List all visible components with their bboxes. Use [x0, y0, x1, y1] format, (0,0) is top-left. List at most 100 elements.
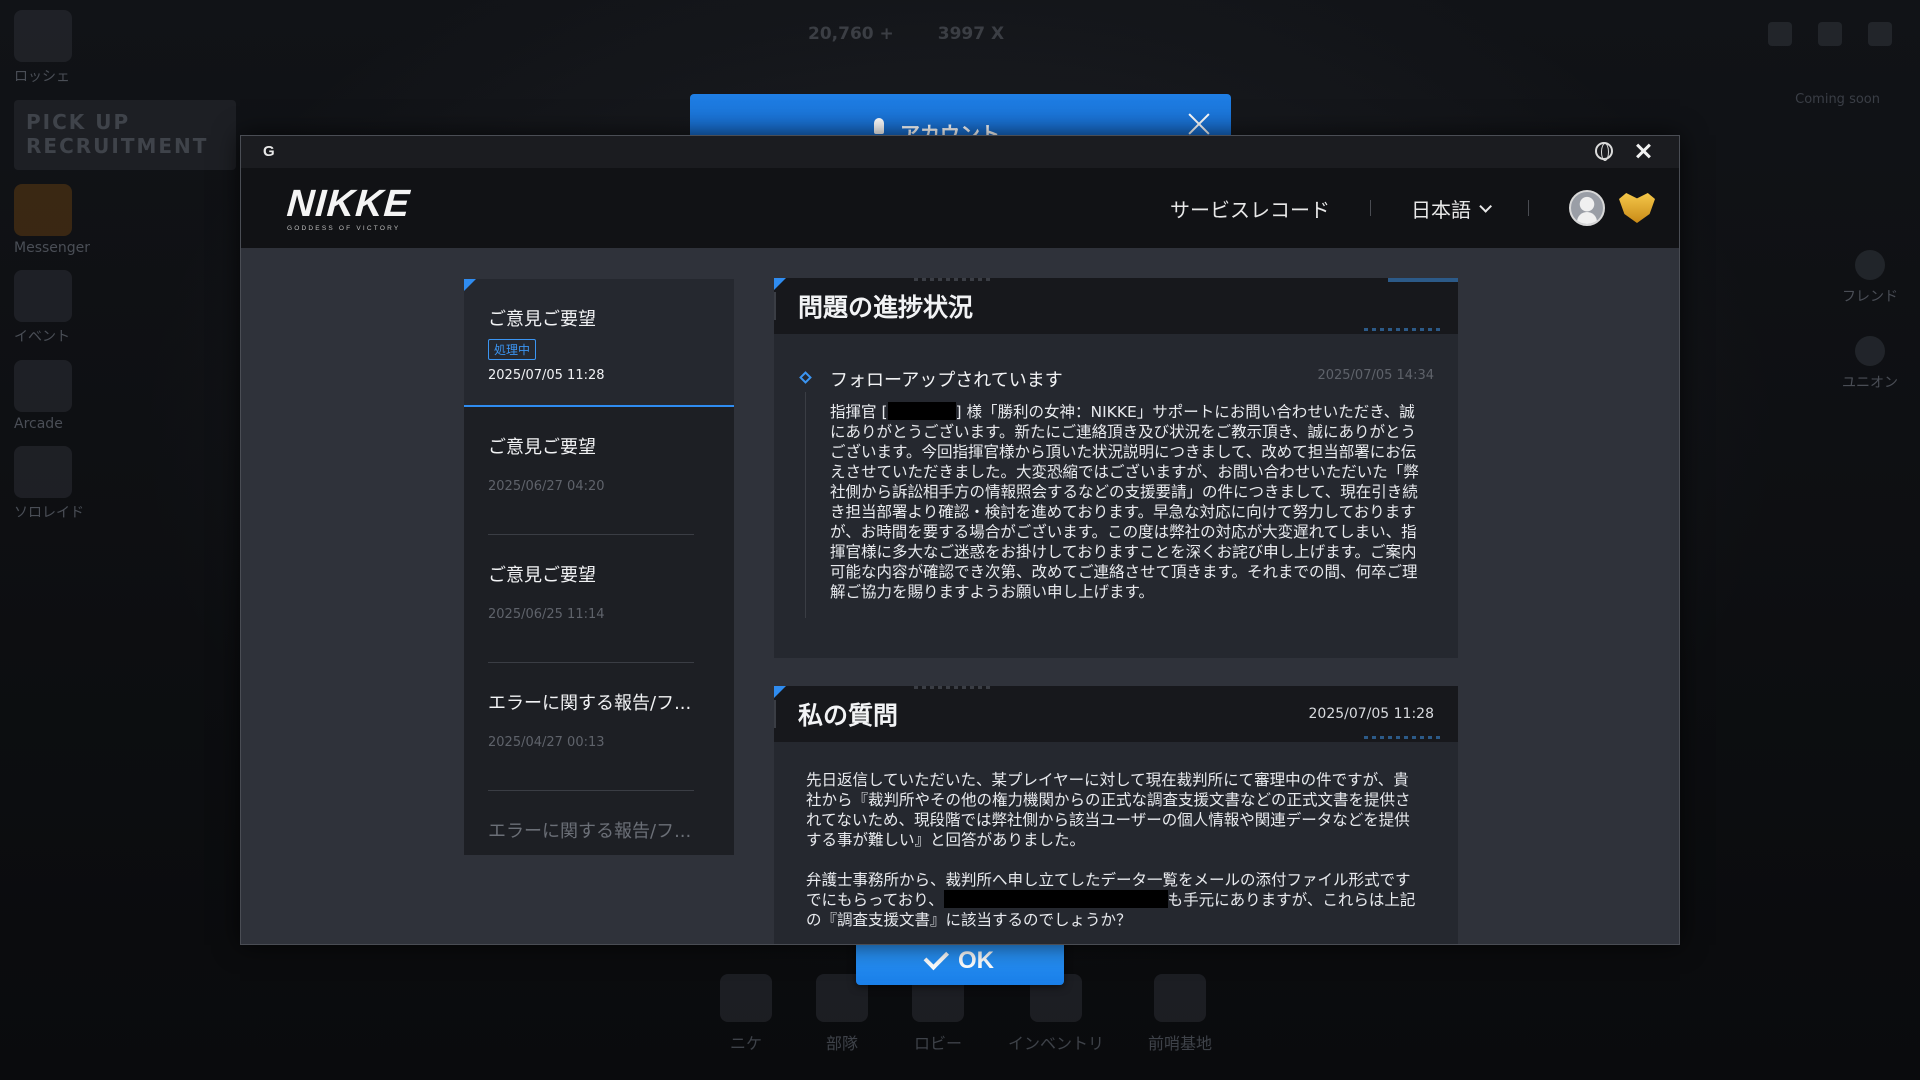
language-label: 日本語	[1411, 197, 1471, 222]
bg-label: ロッシェ	[14, 69, 70, 85]
window-close-icon[interactable]	[1635, 142, 1653, 160]
ticket-date: 2025/06/27 04:20	[488, 479, 605, 494]
ticket-item[interactable]: ご意見ご要望 2025/06/27 04:20	[464, 407, 734, 535]
top-right-icons	[1768, 22, 1892, 46]
ticket-date: 2025/06/25 11:14	[488, 607, 605, 622]
bg-label: ニケ	[729, 1034, 762, 1053]
resource-bar: 20,760 + 3997 X	[808, 24, 1004, 44]
decoration	[1388, 278, 1458, 282]
ticket-title: ご意見ご要望	[488, 309, 596, 330]
nav-divider	[1528, 200, 1529, 216]
bg-item-rossier: ロッシェ	[14, 10, 244, 86]
nikke-nav-icon	[720, 974, 772, 1022]
window-titlebar: G	[241, 136, 1679, 168]
question-message: 先日返信していただいた、某プレイヤーに対して現在裁判所にて審理中の件ですが、貴社…	[774, 742, 1458, 930]
header-nav: サービスレコード 日本語	[1170, 168, 1655, 248]
avatar[interactable]	[1569, 190, 1605, 226]
window-controls	[1595, 142, 1653, 161]
ticket-item[interactable]: ご意見ご要望 2025/06/25 11:14	[464, 535, 734, 663]
check-icon	[923, 944, 950, 970]
outpost-nav-icon	[1154, 974, 1207, 1022]
grid-menu-icon	[1868, 22, 1892, 46]
bg-nav-inventory: インベントリ	[1008, 974, 1104, 1054]
message-prefix: 指揮官	[830, 403, 877, 421]
ticket-item[interactable]: エラーに関する報告/フ... 2025/04/27 00:13	[464, 663, 734, 791]
coming-soon-label: Coming soon	[1795, 92, 1880, 107]
bg-label: Arcade	[14, 416, 63, 432]
ticket-title: ご意見ご要望	[488, 565, 596, 586]
message-body: 様「勝利の女神：NIKKE」サポートにお問い合わせいただき、誠にありがとうござい…	[830, 403, 1419, 601]
nav-divider	[1370, 200, 1371, 216]
question-time: 2025/07/05 11:28	[1308, 706, 1435, 722]
resource-credits: 3997 X	[937, 24, 1005, 44]
decoration	[1364, 736, 1444, 739]
bg-label: 前哨基地	[1148, 1034, 1213, 1053]
account-close-icon[interactable]	[1187, 112, 1211, 136]
ticket-list[interactable]: ご意見ご要望 処理中 2025/07/05 11:28 ご意見ご要望 2025/…	[464, 279, 734, 855]
ticket-item[interactable]: ご意見ご要望 処理中 2025/07/05 11:28	[464, 279, 734, 407]
bg-label: Messenger	[14, 240, 91, 256]
bg-item-union: ユニオン	[1842, 336, 1898, 392]
bg-item-arcade: Arcade	[14, 360, 244, 432]
resource-gems: 20,760 +	[808, 24, 894, 44]
question-panel: 私の質問 2025/07/05 11:28 先日返信していただいた、某プレイヤー…	[774, 686, 1458, 944]
decoration	[1364, 328, 1444, 331]
ticket-item[interactable]: エラーに関する報告/フ...	[464, 791, 734, 855]
character-portrait	[14, 10, 72, 62]
shield-icon	[1855, 336, 1885, 366]
bg-item-friends: フレンド	[1842, 250, 1898, 306]
mail-icon	[1818, 22, 1842, 46]
decoration	[914, 686, 994, 689]
language-selector[interactable]: 日本語	[1411, 194, 1492, 223]
bg-nav-nikke: ニケ	[720, 974, 772, 1054]
bg-nav-squad: 部隊	[816, 974, 868, 1054]
support-content: ご意見ご要望 処理中 2025/07/05 11:28 ご意見ご要望 2025/…	[241, 248, 1679, 944]
bg-label: 部隊	[825, 1034, 858, 1053]
question-title: 私の質問	[798, 701, 899, 730]
service-record-link[interactable]: サービスレコード	[1170, 194, 1330, 223]
bg-label: ソロレイド	[14, 505, 84, 521]
chevron-down-icon	[1479, 199, 1492, 213]
bottom-game-nav: ニケ 部隊 ロビー インベントリ 前哨基地	[720, 974, 1212, 1054]
browser-globe-icon[interactable]	[1595, 142, 1613, 161]
pin-icon	[874, 118, 884, 134]
event-icon	[14, 270, 72, 322]
timeline-line	[805, 392, 806, 618]
nikke-logo[interactable]: NIKKE GODDESS OF VICTORY	[285, 182, 412, 232]
pickup-banner: PICK UP RECRUITMENT	[14, 100, 236, 170]
ok-label: OK	[958, 946, 994, 974]
progress-panel: 問題の進捗状況 フォローアップされています 2025/07/05 14:34 指…	[774, 278, 1458, 658]
followup-time: 2025/07/05 14:34	[1317, 368, 1434, 383]
app-logo-icon: G	[263, 143, 275, 160]
right-game-menu: フレンド ユニオン	[1842, 250, 1898, 392]
left-game-menu: ロッシェ PICK UP RECRUITMENT Messenger イベント …	[14, 10, 244, 536]
arcade-icon	[14, 360, 72, 412]
followup-message: 指揮官 [] 様「勝利の女神：NIKKE」サポートにお問い合わせいただき、誠にあ…	[830, 402, 1419, 601]
redacted-name	[887, 402, 956, 420]
bg-nav-lobby: ロビー	[912, 974, 964, 1054]
ticket-date: 2025/07/05 11:28	[488, 368, 605, 383]
site-header: NIKKE GODDESS OF VICTORY サービスレコード 日本語	[241, 168, 1679, 248]
brand-subtitle: GODDESS OF VICTORY	[287, 224, 401, 232]
bg-label: イベント	[14, 329, 70, 345]
bg-label: インベントリ	[1008, 1034, 1105, 1053]
bell-icon	[1768, 22, 1792, 46]
decoration	[914, 278, 994, 281]
rank-badge-icon[interactable]	[1619, 193, 1655, 223]
bg-item-solo-raid: ソロレイド	[14, 446, 244, 522]
support-window: G NIKKE GODDESS OF VICTORY サービスレコード 日本語	[240, 135, 1680, 945]
bg-nav-outpost: 前哨基地	[1148, 974, 1212, 1054]
messenger-icon	[14, 184, 72, 236]
friend-icon	[1855, 250, 1885, 280]
followup-entry: フォローアップされています 2025/07/05 14:34 指揮官 [] 様「…	[774, 334, 1458, 618]
question-panel-header: 私の質問 2025/07/05 11:28	[774, 686, 1458, 742]
bg-label: ユニオン	[1842, 375, 1898, 391]
bg-label: フレンド	[1842, 289, 1898, 305]
solo-raid-icon	[14, 446, 72, 498]
progress-title: 問題の進捗状況	[798, 293, 974, 322]
timeline-diamond-icon	[799, 371, 812, 384]
brand-name: NIKKE	[285, 182, 412, 225]
ticket-title: ご意見ご要望	[488, 437, 596, 458]
ticket-title: エラーに関する報告/フ...	[488, 693, 692, 714]
bg-item-messenger: Messenger	[14, 184, 244, 256]
